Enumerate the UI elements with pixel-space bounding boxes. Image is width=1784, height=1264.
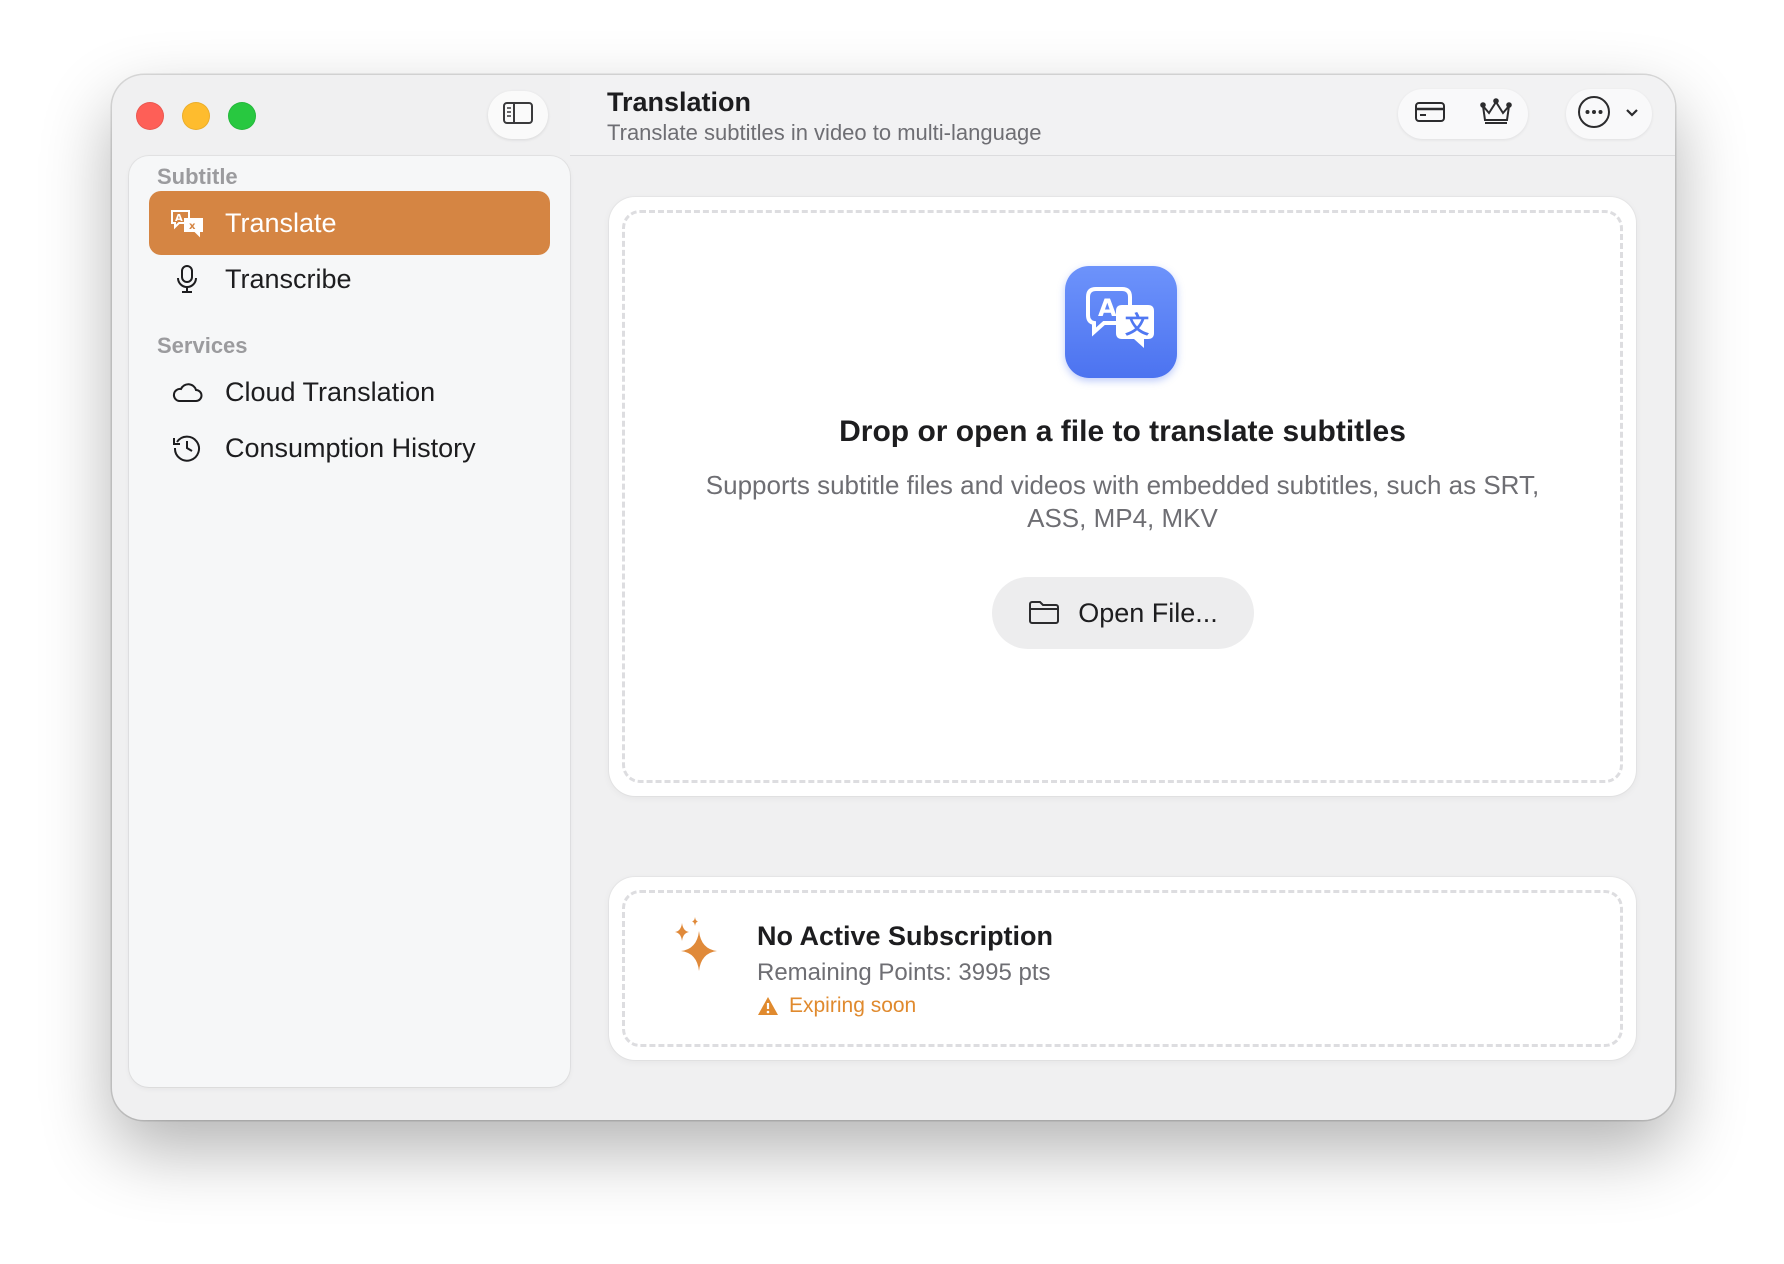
close-window-button[interactable] bbox=[136, 102, 164, 130]
main-header: Translation Translate subtitles in video… bbox=[570, 75, 1675, 156]
drop-zone-title: Drop or open a file to translate subtitl… bbox=[839, 415, 1406, 448]
warning-icon bbox=[757, 996, 779, 1016]
more-menu-button[interactable] bbox=[1566, 89, 1652, 139]
premium-button[interactable] bbox=[1464, 89, 1528, 139]
cloud-icon bbox=[169, 374, 205, 410]
zoom-window-button[interactable] bbox=[228, 102, 256, 130]
chevron-down-icon bbox=[1625, 105, 1639, 123]
sidebar-item-translate[interactable]: A x Translate bbox=[149, 191, 550, 255]
sidebar-item-label: Cloud Translation bbox=[225, 376, 436, 407]
expiry-warning: Expiring soon bbox=[757, 994, 916, 1018]
sidebar-toggle-icon bbox=[502, 101, 534, 130]
remaining-points: Remaining Points: 3995 pts bbox=[757, 959, 1051, 986]
svg-text:x: x bbox=[189, 221, 196, 232]
translate-icon: A x bbox=[169, 205, 205, 241]
sidebar-item-consumption-history[interactable]: Consumption History bbox=[149, 416, 550, 480]
sparkle-icon bbox=[669, 915, 725, 977]
sidebar-item-label: Transcribe bbox=[225, 263, 352, 294]
subscription-status: No Active Subscription bbox=[757, 921, 1054, 951]
sidebar-section-services: Services bbox=[157, 333, 248, 358]
sidebar-item-transcribe[interactable]: Transcribe bbox=[149, 247, 550, 311]
sidebar-item-label: Consumption History bbox=[225, 432, 476, 463]
subscription-card: No Active Subscription Remaining Points:… bbox=[609, 877, 1636, 1060]
history-icon bbox=[169, 430, 205, 466]
card-button[interactable] bbox=[1398, 89, 1462, 139]
svg-text:A: A bbox=[175, 213, 183, 224]
svg-text:A: A bbox=[1098, 294, 1117, 322]
more-button[interactable] bbox=[1568, 89, 1620, 139]
microphone-icon bbox=[169, 261, 205, 297]
open-file-label: Open File... bbox=[1078, 597, 1218, 628]
folder-icon bbox=[1028, 599, 1060, 627]
expiry-warning-text: Expiring soon bbox=[789, 994, 917, 1017]
sidebar-item-label: Translate bbox=[225, 207, 337, 238]
svg-text:文: 文 bbox=[1125, 311, 1150, 339]
minimize-window-button[interactable] bbox=[182, 102, 210, 130]
card-icon bbox=[1414, 100, 1446, 129]
translate-app-icon: A 文 bbox=[1065, 266, 1177, 378]
toggle-sidebar-button[interactable] bbox=[488, 91, 548, 139]
more-dropdown[interactable] bbox=[1618, 89, 1646, 139]
header-toolbar-group bbox=[1398, 89, 1528, 139]
more-icon bbox=[1577, 95, 1611, 134]
open-file-button[interactable]: Open File... bbox=[992, 577, 1254, 649]
file-drop-zone[interactable]: A 文 Drop or open a file to translate sub… bbox=[609, 197, 1636, 796]
crown-icon bbox=[1479, 97, 1513, 131]
sidebar-section-subtitle: Subtitle bbox=[157, 164, 238, 189]
sidebar-item-cloud-translation[interactable]: Cloud Translation bbox=[149, 360, 550, 424]
page-title: Translation bbox=[607, 87, 752, 117]
page-subtitle: Translate subtitles in video to multi-la… bbox=[607, 120, 1042, 145]
app-window: Subtitle A x Translate Transcribe Servic… bbox=[112, 75, 1675, 1120]
drop-zone-description: Supports subtitle files and videos with … bbox=[705, 470, 1540, 533]
sidebar: Subtitle A x Translate Transcribe Servic… bbox=[129, 156, 570, 1087]
